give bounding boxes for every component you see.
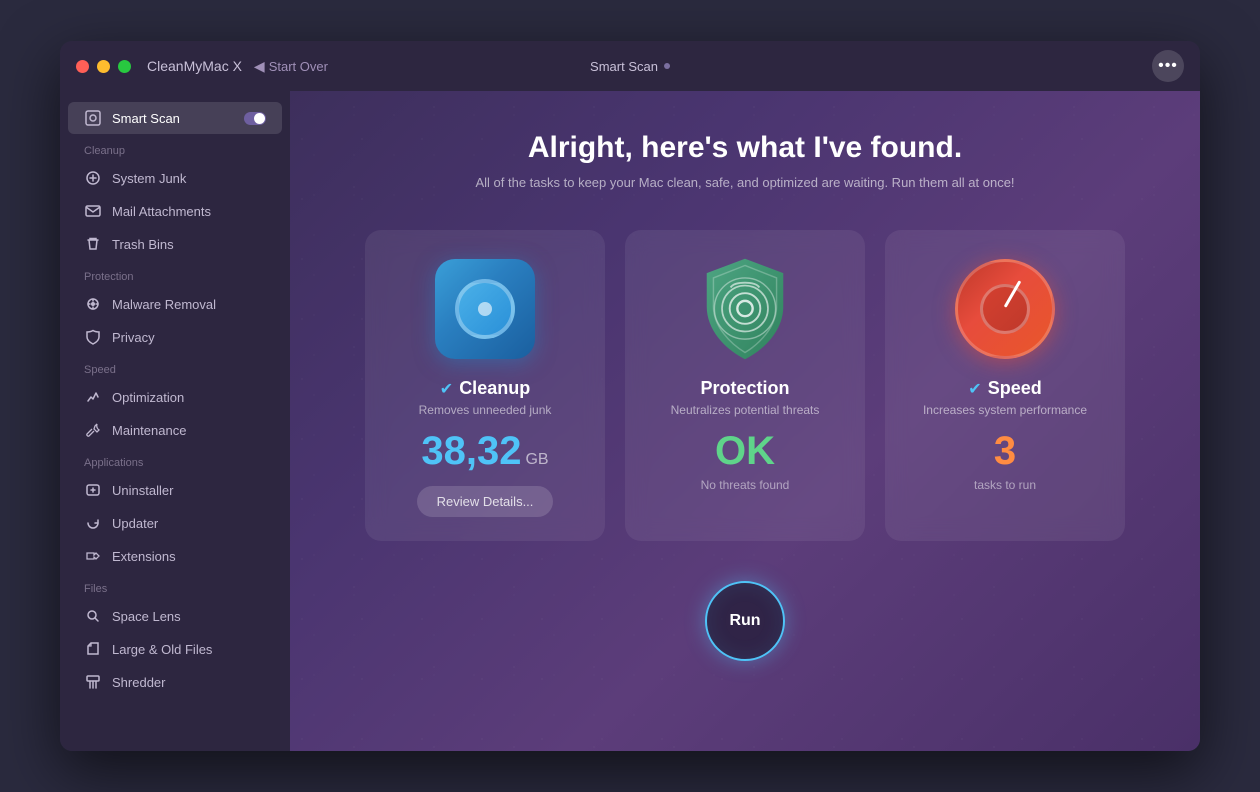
traffic-lights	[76, 60, 131, 73]
cleanup-title-row: ✔ Cleanup	[440, 378, 530, 399]
sidebar-item-smart-scan[interactable]: Smart Scan	[68, 102, 282, 134]
space-lens-icon	[84, 607, 102, 625]
cards-row: ✔ Cleanup Removes unneeded junk 38,32GB …	[330, 230, 1160, 541]
large-old-files-label: Large & Old Files	[112, 642, 212, 657]
titlebar-dot	[664, 63, 670, 69]
cleanup-check-icon: ✔	[440, 379, 453, 399]
protection-value: OK	[715, 429, 775, 474]
sidebar-item-updater[interactable]: Updater	[68, 507, 282, 539]
smart-scan-toggle[interactable]	[244, 112, 266, 125]
cleanup-disk-icon	[435, 259, 535, 359]
sidebar-item-shredder[interactable]: Shredder	[68, 666, 282, 698]
extensions-icon	[84, 547, 102, 565]
sidebar-item-uninstaller[interactable]: Uninstaller	[68, 474, 282, 506]
space-lens-label: Space Lens	[112, 609, 181, 624]
optimization-icon	[84, 388, 102, 406]
speed-title-row: ✔ Speed	[968, 378, 1041, 399]
trash-bins-label: Trash Bins	[112, 237, 174, 252]
maintenance-icon	[84, 421, 102, 439]
minimize-button[interactable]	[97, 60, 110, 73]
uninstaller-label: Uninstaller	[112, 483, 173, 498]
sidebar-item-mail-attachments[interactable]: Mail Attachments	[68, 195, 282, 227]
cleanup-subtitle: Removes unneeded junk	[419, 403, 552, 417]
sidebar: Smart Scan Cleanup System Junk	[60, 91, 290, 751]
sidebar-item-space-lens[interactable]: Space Lens	[68, 600, 282, 632]
privacy-icon	[84, 328, 102, 346]
protection-note: No threats found	[701, 478, 790, 492]
headline: Alright, here's what I've found.	[528, 131, 962, 165]
main-body: Smart Scan Cleanup System Junk	[60, 91, 1200, 751]
sidebar-smart-scan-label: Smart Scan	[112, 111, 180, 126]
malware-icon	[84, 295, 102, 313]
sidebar-item-trash-bins[interactable]: Trash Bins	[68, 228, 282, 260]
mail-attachments-label: Mail Attachments	[112, 204, 211, 219]
close-button[interactable]	[76, 60, 89, 73]
app-window: CleanMyMac X ◀ Start Over Smart Scan •••	[60, 41, 1200, 751]
sidebar-item-large-old-files[interactable]: Large & Old Files	[68, 633, 282, 665]
titlebar-scan-label: Smart Scan	[590, 59, 658, 74]
maximize-button[interactable]	[118, 60, 131, 73]
speed-icon-wrap	[950, 254, 1060, 364]
sidebar-item-system-junk[interactable]: System Junk	[68, 162, 282, 194]
back-icon: ◀	[254, 58, 265, 75]
start-over-button[interactable]: ◀ Start Over	[254, 58, 328, 75]
smart-scan-icon	[84, 109, 102, 127]
speed-title: Speed	[988, 378, 1042, 399]
updater-icon	[84, 514, 102, 532]
main-content: Alright, here's what I've found. All of …	[290, 91, 1200, 751]
speed-note: tasks to run	[974, 478, 1036, 492]
sidebar-item-optimization[interactable]: Optimization	[68, 381, 282, 413]
large-files-icon	[84, 640, 102, 658]
privacy-label: Privacy	[112, 330, 155, 345]
shredder-label: Shredder	[112, 675, 165, 690]
sidebar-item-malware-removal[interactable]: Malware Removal	[68, 288, 282, 320]
speed-gauge-icon	[955, 259, 1055, 359]
subheadline: All of the tasks to keep your Mac clean,…	[475, 175, 1014, 190]
system-junk-label: System Junk	[112, 171, 186, 186]
app-title: CleanMyMac X	[147, 58, 242, 74]
updater-label: Updater	[112, 516, 158, 531]
sidebar-section-speed: Speed	[60, 354, 290, 380]
cleanup-card: ✔ Cleanup Removes unneeded junk 38,32GB …	[365, 230, 605, 541]
shredder-icon	[84, 673, 102, 691]
protection-title-row: Protection	[700, 378, 789, 399]
sidebar-section-applications: Applications	[60, 447, 290, 473]
protection-subtitle: Neutralizes potential threats	[671, 403, 820, 417]
sidebar-item-privacy[interactable]: Privacy	[68, 321, 282, 353]
protection-shield-icon	[690, 254, 800, 364]
malware-removal-label: Malware Removal	[112, 297, 216, 312]
run-button[interactable]: Run	[705, 581, 785, 661]
review-details-button[interactable]: Review Details...	[417, 486, 554, 517]
system-junk-icon	[84, 169, 102, 187]
speed-subtitle: Increases system performance	[923, 403, 1087, 417]
sidebar-item-extensions[interactable]: Extensions	[68, 540, 282, 572]
sidebar-item-maintenance[interactable]: Maintenance	[68, 414, 282, 446]
maintenance-label: Maintenance	[112, 423, 186, 438]
cleanup-value: 38,32GB	[421, 429, 548, 474]
speed-card: ✔ Speed Increases system performance 3 t…	[885, 230, 1125, 541]
cleanup-title: Cleanup	[459, 378, 530, 399]
run-button-wrap: Run	[705, 581, 785, 661]
titlebar: CleanMyMac X ◀ Start Over Smart Scan •••	[60, 41, 1200, 91]
start-over-label: Start Over	[269, 59, 328, 74]
extensions-label: Extensions	[112, 549, 176, 564]
protection-card: Protection Neutralizes potential threats…	[625, 230, 865, 541]
speed-check-icon: ✔	[968, 379, 981, 399]
sidebar-section-files: Files	[60, 573, 290, 599]
sidebar-section-protection: Protection	[60, 261, 290, 287]
speed-value: 3	[994, 429, 1016, 474]
uninstaller-icon	[84, 481, 102, 499]
more-button[interactable]: •••	[1152, 50, 1184, 82]
cleanup-icon-wrap	[430, 254, 540, 364]
protection-icon-wrap	[690, 254, 800, 364]
trash-icon	[84, 235, 102, 253]
sidebar-section-cleanup: Cleanup	[60, 135, 290, 161]
optimization-label: Optimization	[112, 390, 184, 405]
mail-icon	[84, 202, 102, 220]
titlebar-center: Smart Scan	[590, 59, 670, 74]
protection-title: Protection	[700, 378, 789, 399]
